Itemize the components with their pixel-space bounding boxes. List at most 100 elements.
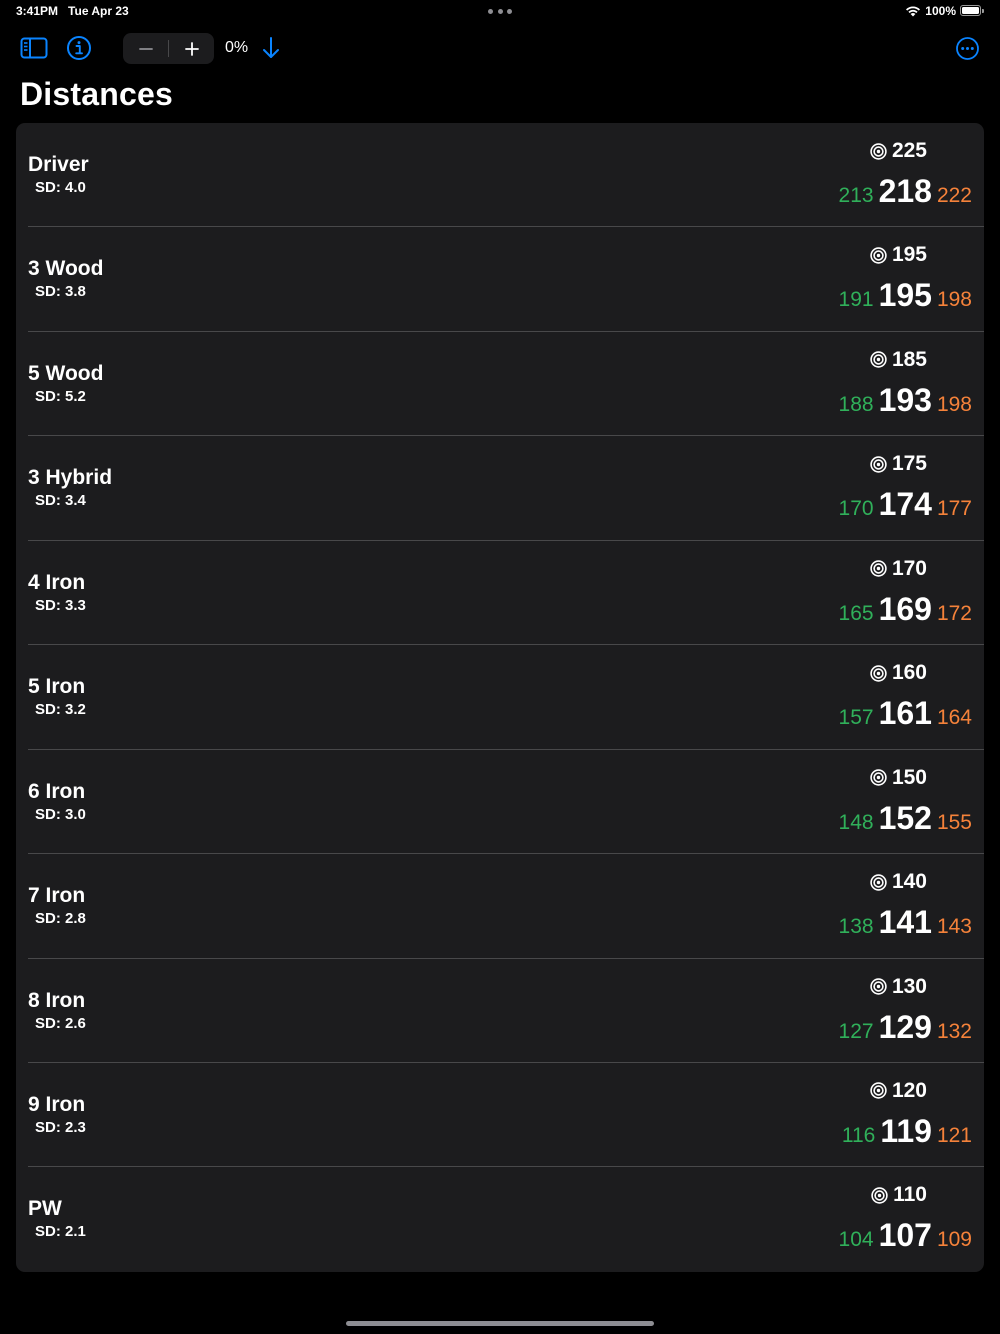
max-distance: 121 <box>936 1123 972 1147</box>
max-distance: 222 <box>936 184 972 207</box>
club-row-6-iron[interactable]: 6 Iron SD: 3.0 150 148 152 155 <box>16 750 984 855</box>
target-icon <box>870 142 887 160</box>
zoom-value: 0% <box>225 39 249 56</box>
target-distance: 185 <box>870 348 927 372</box>
average-distance: 174 <box>878 486 932 523</box>
average-distance: 119 <box>880 1112 932 1149</box>
distance-stats: 116 119 121 <box>842 1113 972 1150</box>
club-row-3-hybrid[interactable]: 3 Hybrid SD: 3.4 175 170 174 177 <box>16 436 984 541</box>
arrow-down-icon[interactable] <box>259 34 283 62</box>
distance-stats: 127 129 132 <box>839 1009 972 1046</box>
max-distance: 177 <box>936 497 972 521</box>
club-standard-deviation: SD: 3.3 <box>35 596 86 614</box>
multitasking-dots-icon[interactable] <box>488 9 512 15</box>
target-value: 110 <box>893 1183 927 1207</box>
target-icon <box>870 664 887 682</box>
club-row-5-wood[interactable]: 5 Wood SD: 5.2 185 188 193 198 <box>16 332 984 437</box>
min-distance: 213 <box>838 184 874 207</box>
min-distance: 148 <box>838 810 874 834</box>
target-icon <box>870 873 887 891</box>
status-bar: 3:41PM Tue Apr 23 100% <box>0 0 1000 24</box>
club-row-driver[interactable]: Driver SD: 4.0 225 213 218 222 <box>16 123 984 228</box>
status-time-date: 3:41PM Tue Apr 23 <box>16 4 129 18</box>
toolbar: 0% <box>0 30 1000 68</box>
club-standard-deviation: SD: 3.4 <box>35 492 86 510</box>
club-standard-deviation: SD: 2.6 <box>35 1014 86 1032</box>
club-standard-deviation: SD: 5.2 <box>35 387 86 405</box>
distance-stats: 157 161 164 <box>839 695 972 732</box>
max-distance: 155 <box>936 810 972 834</box>
status-indicators: 100% <box>905 4 984 18</box>
average-distance: 141 <box>878 904 932 941</box>
club-name: PW <box>28 1197 62 1221</box>
target-icon <box>870 351 887 369</box>
max-distance: 109 <box>936 1228 972 1252</box>
target-distance: 140 <box>870 870 927 894</box>
club-row-7-iron[interactable]: 7 Iron SD: 2.8 140 138 141 143 <box>16 854 984 959</box>
max-distance: 132 <box>936 1019 972 1043</box>
max-distance: 198 <box>936 288 972 312</box>
zoom-stepper <box>123 33 214 64</box>
max-distance: 164 <box>936 706 972 730</box>
club-standard-deviation: SD: 3.8 <box>35 283 86 301</box>
distance-stats: 213 218 222 <box>839 173 972 210</box>
ellipsis-circle-icon[interactable] <box>955 36 980 61</box>
target-icon <box>871 1187 888 1204</box>
decrease-button[interactable] <box>123 33 168 64</box>
target-distance: 175 <box>870 452 927 476</box>
club-row-8-iron[interactable]: 8 Iron SD: 2.6 130 127 129 132 <box>16 959 984 1063</box>
min-distance: 104 <box>838 1228 874 1252</box>
club-name: 7 Iron <box>28 884 86 908</box>
status-time: 3:41PM <box>16 4 59 18</box>
distance-stats: 188 193 198 <box>839 382 972 419</box>
average-distance: 218 <box>878 173 932 209</box>
average-distance: 193 <box>878 381 932 418</box>
club-row-9-iron[interactable]: 9 Iron SD: 2.3 120 116 119 121 <box>16 1063 984 1168</box>
target-value: 150 <box>891 765 927 789</box>
club-standard-deviation: SD: 3.0 <box>35 805 86 823</box>
increase-button[interactable] <box>169 33 214 64</box>
club-row-5-iron[interactable]: 5 Iron SD: 3.2 160 157 161 164 <box>16 645 984 750</box>
battery-percent: 100% <box>925 4 956 18</box>
average-distance: 169 <box>878 590 932 627</box>
target-value: 120 <box>891 1078 927 1102</box>
distance-stats: 191 195 198 <box>839 277 972 314</box>
club-name: 3 Wood <box>28 257 104 281</box>
min-distance: 138 <box>838 915 874 939</box>
target-distance: 195 <box>870 243 927 267</box>
distance-stats: 138 141 143 <box>839 904 972 941</box>
sidebar-icon[interactable] <box>20 36 48 60</box>
target-distance: 225 <box>870 139 927 163</box>
club-name: 5 Wood <box>28 361 104 385</box>
min-distance: 165 <box>838 601 874 625</box>
min-distance: 170 <box>838 497 874 521</box>
club-name: 6 Iron <box>28 779 86 803</box>
club-row-pw[interactable]: PW SD: 2.1 110 104 107 109 <box>16 1167 984 1271</box>
minus-icon <box>138 47 153 50</box>
target-icon <box>870 978 887 995</box>
target-icon <box>870 560 887 577</box>
target-value: 175 <box>891 452 927 476</box>
target-distance: 160 <box>870 661 927 685</box>
club-row-3-wood[interactable]: 3 Wood SD: 3.8 195 191 195 198 <box>16 227 984 332</box>
distance-stats: 170 174 177 <box>839 486 972 523</box>
club-standard-deviation: SD: 4.0 <box>35 179 86 196</box>
info-icon[interactable] <box>66 35 92 61</box>
target-distance: 110 <box>871 1183 927 1207</box>
max-distance: 198 <box>936 392 972 416</box>
target-value: 195 <box>891 243 927 267</box>
target-distance: 130 <box>870 975 927 999</box>
max-distance: 143 <box>936 915 972 939</box>
club-standard-deviation: SD: 3.2 <box>35 701 86 719</box>
home-indicator[interactable] <box>346 1321 654 1326</box>
plus-icon <box>184 41 199 56</box>
club-standard-deviation: SD: 2.1 <box>35 1223 86 1241</box>
target-value: 225 <box>891 139 927 162</box>
battery-icon <box>960 5 984 17</box>
club-name: Driver <box>28 153 89 176</box>
target-icon <box>870 769 887 786</box>
average-distance: 195 <box>878 277 932 314</box>
club-row-4-iron[interactable]: 4 Iron SD: 3.3 170 165 169 172 <box>16 541 984 646</box>
average-distance: 161 <box>878 695 932 732</box>
distance-stats: 148 152 155 <box>839 800 972 837</box>
